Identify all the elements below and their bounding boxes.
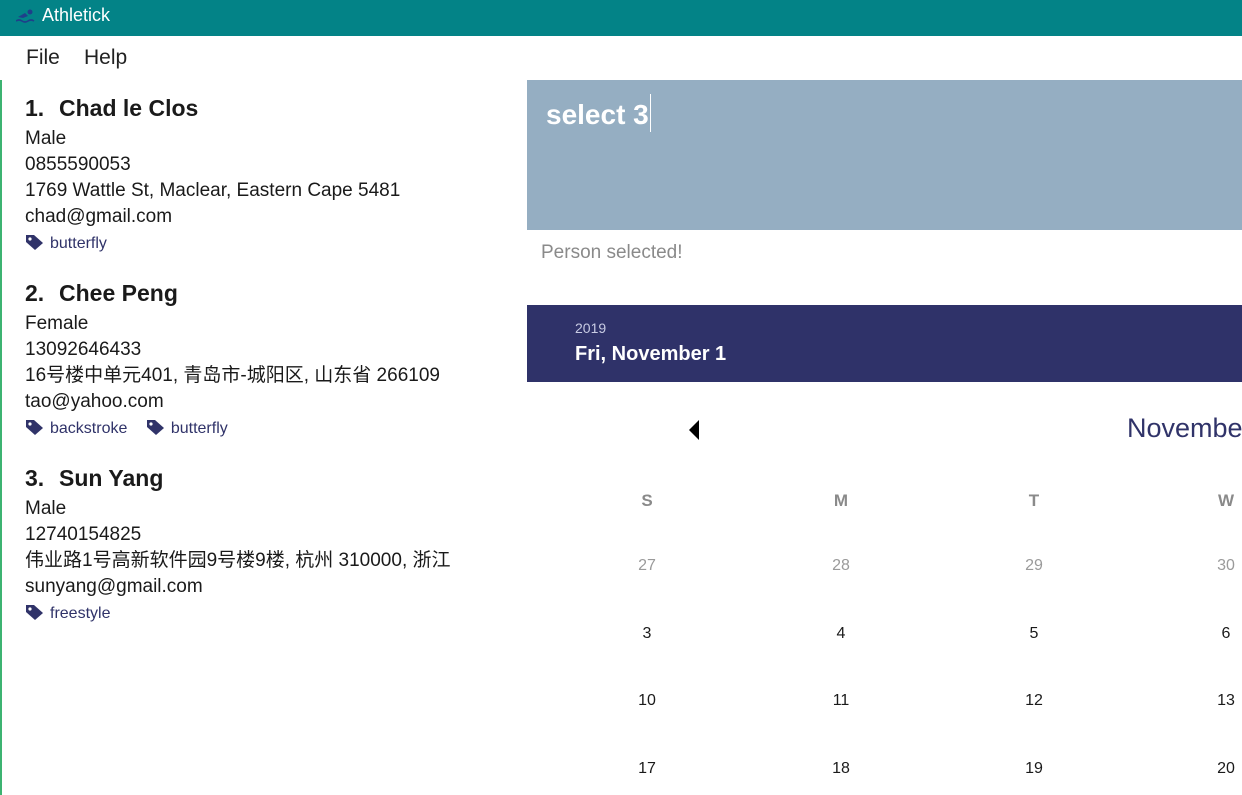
result-message: Person selected! xyxy=(541,242,683,263)
person-name: Chee Peng xyxy=(59,280,178,306)
calendar-day[interactable]: 28 xyxy=(821,557,861,575)
person-card[interactable]: 3. Sun Yang Male 12740154825 伟业路1号高新软件园9号… xyxy=(25,460,495,628)
tag: backstroke xyxy=(25,415,127,443)
weekday-header: T xyxy=(1028,491,1040,510)
calendar-day[interactable]: 30 xyxy=(1206,557,1242,575)
person-email: sunyang@gmail.com xyxy=(25,576,203,597)
person-address: 1769 Wattle St, Maclear, Eastern Cape 54… xyxy=(25,180,401,201)
person-index: 1. xyxy=(25,95,45,121)
tag: freestyle xyxy=(25,600,110,628)
weekday-header: S xyxy=(641,491,653,510)
calendar-day[interactable]: 12 xyxy=(1014,692,1054,710)
calendar-day[interactable]: 29 xyxy=(1014,557,1054,575)
tag-icon xyxy=(26,235,43,250)
person-gender: Female xyxy=(25,313,89,334)
menu-bar: File Help xyxy=(0,36,1242,80)
person-address: 伟业路1号高新软件园9号楼9楼, 杭州 310000, 浙江 xyxy=(25,550,451,571)
calendar-day[interactable]: 6 xyxy=(1206,625,1242,643)
text-caret xyxy=(649,94,651,132)
calendar-day[interactable]: 19 xyxy=(1014,760,1054,778)
weekday-header: W xyxy=(1217,491,1235,510)
calendar-header: 2019 Fri, November 1 xyxy=(527,305,1242,382)
person-name: Chad le Clos xyxy=(59,95,199,121)
calendar-year: 2019 xyxy=(575,320,607,336)
person-gender: Male xyxy=(25,498,67,519)
person-index: 2. xyxy=(25,280,45,306)
tag: butterfly xyxy=(146,415,228,443)
person-tags: backstroke butterfly xyxy=(25,415,495,443)
person-gender: Male xyxy=(25,128,67,149)
person-name-row: 2. Chee Peng xyxy=(25,275,495,311)
tag-label: backstroke xyxy=(50,420,128,437)
person-name: Sun Yang xyxy=(59,465,164,491)
person-tags: butterfly xyxy=(25,230,495,258)
swimmer-icon xyxy=(16,9,35,23)
person-phone: 12740154825 xyxy=(25,524,142,545)
tag-icon xyxy=(146,420,164,435)
person-address: 16号楼中单元401, 青岛市-城阳区, 山东省 266109 xyxy=(25,365,440,386)
command-input[interactable]: select 3 xyxy=(546,94,651,132)
calendar-day[interactable]: 10 xyxy=(627,692,667,710)
calendar-day[interactable]: 27 xyxy=(627,557,667,575)
window-left-edge xyxy=(0,36,2,795)
calendar-month-title: Novembe xyxy=(1127,413,1242,443)
tag-label: butterfly xyxy=(50,235,107,252)
person-card[interactable]: 1. Chad le Clos Male 0855590053 1769 Watt… xyxy=(25,90,495,258)
calendar-day[interactable]: 17 xyxy=(627,760,667,778)
calendar-day[interactable]: 5 xyxy=(1014,625,1054,643)
command-box[interactable]: select 3 xyxy=(527,80,1242,230)
command-text: select 3 xyxy=(546,99,649,130)
menu-help[interactable]: Help xyxy=(84,46,127,70)
person-name-row: 3. Sun Yang xyxy=(25,460,495,496)
weekday-header: M xyxy=(833,491,849,510)
tag-label: butterfly xyxy=(170,420,228,437)
calendar-day[interactable]: 20 xyxy=(1206,760,1242,778)
person-card[interactable]: 2. Chee Peng Female 13092646433 16号楼中单元40… xyxy=(25,275,495,443)
title-bar: Athletick xyxy=(0,0,1242,36)
person-tags: freestyle xyxy=(25,600,495,628)
tag-icon xyxy=(26,605,43,620)
calendar-day[interactable]: 4 xyxy=(821,625,861,643)
tag: butterfly xyxy=(25,230,107,258)
tag-label: freestyle xyxy=(50,605,111,622)
calendar-selected-date: Fri, November 1 xyxy=(575,343,727,365)
previous-month-arrow-icon[interactable] xyxy=(684,418,704,442)
calendar-day[interactable]: 18 xyxy=(821,760,861,778)
calendar-day[interactable]: 3 xyxy=(627,625,667,643)
person-index: 3. xyxy=(25,465,45,491)
calendar-day[interactable]: 11 xyxy=(821,692,861,710)
person-email: tao@yahoo.com xyxy=(25,391,164,412)
window-title: Athletick xyxy=(42,5,111,25)
calendar-day[interactable]: 13 xyxy=(1206,692,1242,710)
person-name-row: 1. Chad le Clos xyxy=(25,90,495,126)
menu-file[interactable]: File xyxy=(26,46,60,70)
person-email: chad@gmail.com xyxy=(25,206,173,227)
tag-icon xyxy=(26,420,43,435)
person-phone: 0855590053 xyxy=(25,154,131,175)
person-phone: 13092646433 xyxy=(25,339,142,360)
